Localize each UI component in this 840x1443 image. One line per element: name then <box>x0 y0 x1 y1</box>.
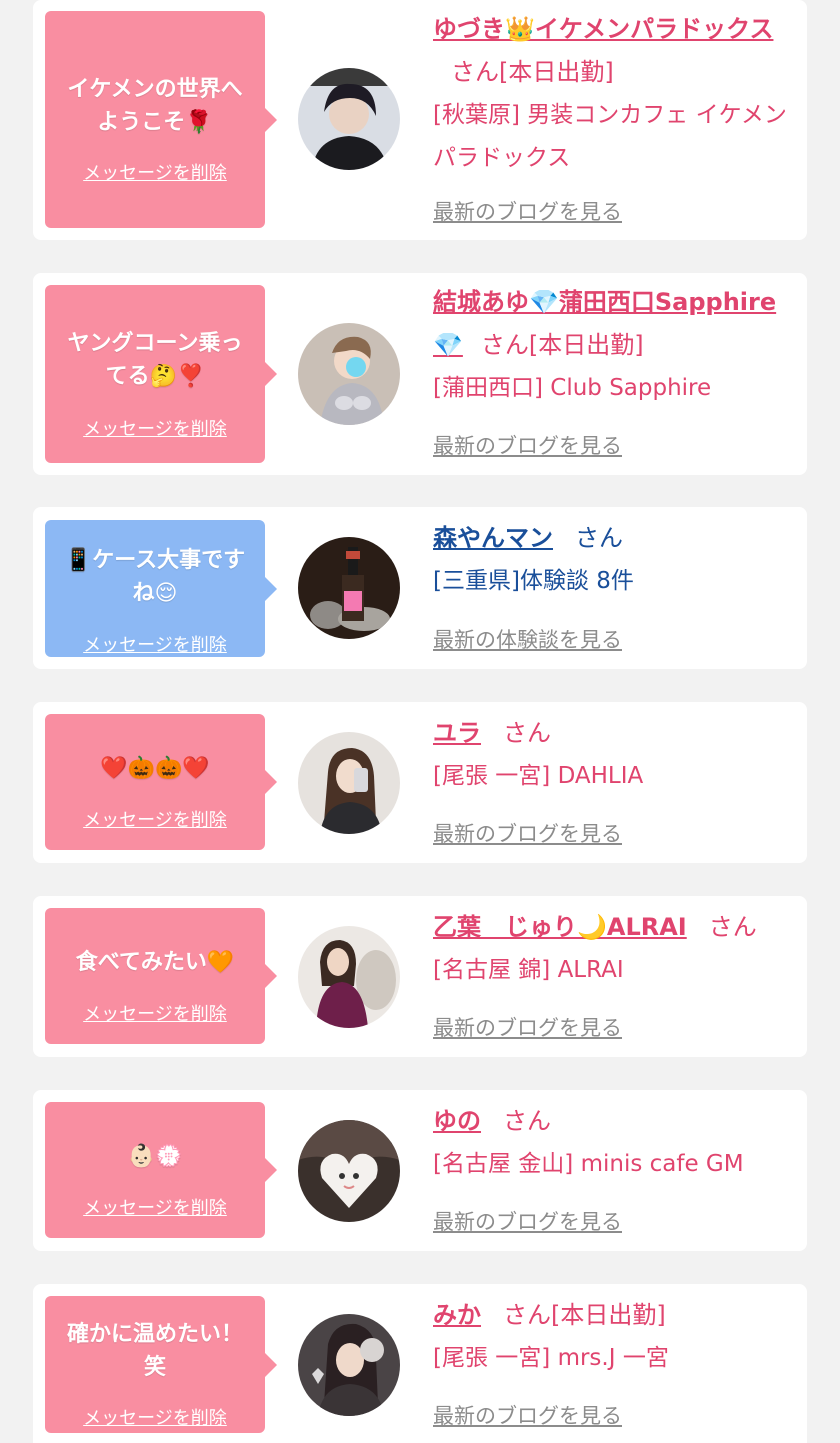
name-suffix: さん <box>708 913 757 941</box>
message-text: 食べてみたい🧡 <box>75 950 235 975</box>
name-suffix: さん[本日出勤] <box>503 1301 666 1329</box>
name-line: ゆの さん <box>433 1100 793 1143</box>
message-text: 確かに温めたい！ 笑 <box>66 1322 243 1380</box>
latest-blog-link[interactable]: 最新のブログを見る <box>433 818 622 848</box>
shop-label: [尾張 一宮] DAHLIA <box>433 763 644 789</box>
delete-message-link[interactable]: メッセージを削除 <box>45 415 265 441</box>
message-text: イケメンの世界へ ようこそ🌹 <box>67 77 243 135</box>
message-text: ❤️🎃🎃❤️ <box>100 756 210 781</box>
message-card: 👶🏻💮 メッセージを削除 ゆの さん [名古屋 金山] minis cafe GM… <box>33 1090 807 1251</box>
message-list: イケメンの世界へ ようこそ🌹 メッセージを削除 ゆづき👑イケメンパラドックスさん… <box>0 0 840 1443</box>
name-line: 乙葉 じゅり🌙ALRAI さん <box>433 906 793 949</box>
message-card: ヤングコーン乗っ てる🤔❣️ メッセージを削除 結城あゆ💎蒲田西口Sapphir… <box>33 273 807 475</box>
latest-blog-link[interactable]: 最新のブログを見る <box>433 430 622 460</box>
message-card: 確かに温めたい！ 笑 メッセージを削除 みか さん[本日出勤] [尾張 一宮] m… <box>33 1284 807 1443</box>
name-line: ユラ さん <box>433 712 793 755</box>
delete-message-link[interactable]: メッセージを削除 <box>45 159 265 185</box>
name-suffix: さん <box>503 1107 551 1135</box>
delete-message-link[interactable]: メッセージを削除 <box>45 1194 265 1220</box>
profile-info: ゆづき👑イケメンパラドックスさん[本日出勤] [秋葉原] 男装コンカフェ イケメ… <box>433 8 793 180</box>
shop-label: [尾張 一宮] mrs.J 一宮 <box>433 1345 669 1371</box>
latest-blog-link[interactable]: 最新のブログを見る <box>433 1012 622 1042</box>
shop-label: [名古屋 錦] ALRAI <box>433 957 624 983</box>
shop-label: [蒲田西口] Club Sapphire <box>433 375 712 401</box>
delete-message-link[interactable]: メッセージを削除 <box>45 1404 265 1430</box>
message-card: ❤️🎃🎃❤️ メッセージを削除 ユラ さん [尾張 一宮] DAHLIA 最新のブ… <box>33 702 807 863</box>
cast-name-link[interactable]: 森やんマン <box>433 524 553 552</box>
profile-info: みか さん[本日出勤] [尾張 一宮] mrs.J 一宮 <box>433 1294 793 1380</box>
latest-blog-link[interactable]: 最新のブログを見る <box>433 1400 622 1430</box>
profile-info: 森やんマン さん [三重県]体験談 8件 <box>433 517 793 603</box>
message-bubble: イケメンの世界へ ようこそ🌹 メッセージを削除 <box>45 11 277 228</box>
profile-info: 乙葉 じゅり🌙ALRAI さん [名古屋 錦] ALRAI <box>433 906 793 992</box>
shop-label: [名古屋 金山] minis cafe GM <box>433 1151 744 1177</box>
cast-name-link[interactable]: みか <box>433 1301 481 1329</box>
shop-label: [三重県]体験談 8件 <box>433 568 634 594</box>
latest-blog-link[interactable]: 最新のブログを見る <box>433 1206 622 1236</box>
message-card: イケメンの世界へ ようこそ🌹 メッセージを削除 ゆづき👑イケメンパラドックスさん… <box>33 0 807 240</box>
profile-info: 結城あゆ💎蒲田西口Sapphire💎 さん[本日出勤] [蒲田西口] Club S… <box>433 281 793 410</box>
message-bubble: 👶🏻💮 メッセージを削除 <box>45 1102 277 1238</box>
avatar[interactable] <box>298 537 400 639</box>
avatar[interactable] <box>298 1314 400 1416</box>
message-text: 👶🏻💮 <box>127 1144 183 1169</box>
delete-message-link[interactable]: メッセージを削除 <box>45 1000 265 1026</box>
delete-message-link[interactable]: メッセージを削除 <box>45 631 265 657</box>
name-suffix: さん[本日出勤] <box>451 58 614 86</box>
message-bubble: ヤングコーン乗っ てる🤔❣️ メッセージを削除 <box>45 285 277 463</box>
name-suffix: さん <box>503 719 551 747</box>
cast-name-link[interactable]: 乙葉 じゅり🌙ALRAI <box>433 913 687 941</box>
message-bubble: 食べてみたい🧡 メッセージを削除 <box>45 908 277 1044</box>
name-suffix: さん <box>575 524 623 552</box>
avatar[interactable] <box>298 68 400 170</box>
name-line: 結城あゆ💎蒲田西口Sapphire💎 さん[本日出勤] <box>433 281 793 367</box>
name-suffix: さん[本日出勤] <box>480 331 644 359</box>
profile-info: ゆの さん [名古屋 金山] minis cafe GM <box>433 1100 793 1186</box>
avatar[interactable] <box>298 1120 400 1222</box>
avatar[interactable] <box>298 926 400 1028</box>
shop-label: [秋葉原] 男装コンカフェ イケメンパラドックス <box>433 102 787 171</box>
cast-name-link[interactable]: ゆづき👑イケメンパラドックス <box>433 15 773 43</box>
message-bubble: 確かに温めたい！ 笑 メッセージを削除 <box>45 1296 277 1433</box>
message-text: ヤングコーン乗っ てる🤔❣️ <box>67 331 243 389</box>
message-bubble: ❤️🎃🎃❤️ メッセージを削除 <box>45 714 277 850</box>
name-line: 森やんマン さん <box>433 517 793 560</box>
message-card: 📱ケース大事です ね😌 メッセージを削除 森やんマン さん [三重県]体験談 8件… <box>33 507 807 669</box>
message-card: 食べてみたい🧡 メッセージを削除 乙葉 じゅり🌙ALRAI さん [名古屋 錦] … <box>33 896 807 1057</box>
message-bubble: 📱ケース大事です ね😌 メッセージを削除 <box>45 520 277 657</box>
name-line: みか さん[本日出勤] <box>433 1294 793 1337</box>
message-text: 📱ケース大事です ね😌 <box>64 548 246 606</box>
cast-name-link[interactable]: ユラ <box>433 719 481 747</box>
latest-blog-link[interactable]: 最新のブログを見る <box>433 196 622 226</box>
profile-info: ユラ さん [尾張 一宮] DAHLIA <box>433 712 793 798</box>
cast-name-link[interactable]: ゆの <box>433 1107 481 1135</box>
avatar[interactable] <box>298 732 400 834</box>
latest-review-link[interactable]: 最新の体験談を見る <box>433 624 622 654</box>
avatar[interactable] <box>298 323 400 425</box>
delete-message-link[interactable]: メッセージを削除 <box>45 806 265 832</box>
name-line: ゆづき👑イケメンパラドックスさん[本日出勤] <box>433 8 793 94</box>
